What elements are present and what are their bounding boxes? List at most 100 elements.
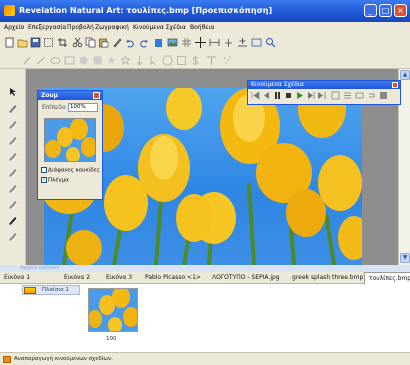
pointer-icon[interactable] xyxy=(8,87,18,97)
rotate-icon[interactable] xyxy=(223,37,234,48)
menu-paint[interactable]: Ζωγραφική xyxy=(95,24,129,31)
undo-icon[interactable] xyxy=(125,37,136,48)
scroll-down-icon[interactable]: ▼ xyxy=(400,253,410,263)
menu-edit[interactable]: Επεξεργασία xyxy=(28,24,66,31)
marker-icon[interactable] xyxy=(8,215,18,225)
stop-icon[interactable] xyxy=(284,91,293,100)
option-transparent-dots[interactable]: Διάφανες κουκίδες xyxy=(41,167,100,174)
save-icon[interactable] xyxy=(30,37,41,48)
tab-picasso[interactable]: Pablo Picasso <1> xyxy=(145,274,201,281)
tools-sidebar xyxy=(0,69,26,265)
eraser-icon[interactable] xyxy=(8,167,18,177)
tab-logo-sepia[interactable]: ΛΟΓΟΤΥΠΟ - SEPIA.jpg xyxy=(212,274,280,281)
tab-image-1[interactable]: Εικόνα 1 xyxy=(4,274,30,281)
animation-settings-icon[interactable] xyxy=(379,91,388,100)
spray-icon[interactable] xyxy=(222,55,233,66)
scroll-up-icon[interactable]: ▲ xyxy=(400,70,410,80)
zoom-panel-header[interactable]: Ζουμ xyxy=(38,91,102,100)
dollar-icon[interactable] xyxy=(190,55,201,66)
maximize-button[interactable]: □ xyxy=(379,4,392,17)
first-frame-icon[interactable] xyxy=(251,91,260,100)
brush-icon[interactable] xyxy=(8,119,18,129)
shape-toolbar xyxy=(0,52,410,69)
title-bar: Revelation Natural Art: τουλίπες.bmp [Πρ… xyxy=(0,0,410,22)
line-icon[interactable] xyxy=(209,37,220,48)
checkbox-transparent-dots[interactable] xyxy=(41,167,47,173)
frame-thumbnail[interactable] xyxy=(88,288,138,332)
pencil-icon[interactable] xyxy=(8,103,18,113)
zoom-panel: Ζουμ Επίπεδο 100% Διάφανες κουκίδες ✓ Πλέ… xyxy=(37,90,103,200)
animation-panel-header[interactable]: Κινούμενα Σχέδια xyxy=(248,81,400,89)
line-tool-icon[interactable] xyxy=(36,55,47,66)
document-bar-title: Αρχεία εικόνων xyxy=(0,265,410,272)
airbrush-icon[interactable] xyxy=(8,135,18,145)
text-icon[interactable] xyxy=(206,55,217,66)
circle-icon[interactable] xyxy=(78,55,89,66)
arrow-icon[interactable] xyxy=(134,55,145,66)
last-frame-icon[interactable] xyxy=(317,91,326,100)
frame-props-icon[interactable] xyxy=(355,91,364,100)
star-outline-icon[interactable] xyxy=(120,55,131,66)
add-frame-icon[interactable] xyxy=(331,91,340,100)
frames-panel: Πλαίσιο 1 100 xyxy=(0,284,410,352)
zoom-in-icon[interactable] xyxy=(237,37,248,48)
crosshair-icon[interactable] xyxy=(195,37,206,48)
fill-icon[interactable] xyxy=(8,151,18,161)
menu-view[interactable]: Προβολή xyxy=(67,24,94,31)
rectangle-icon[interactable] xyxy=(64,55,75,66)
animation-panel-title: Κινούμενα Σχέδια xyxy=(251,81,304,88)
zoom-level-select[interactable]: 100% xyxy=(68,103,98,112)
close-button[interactable]: × xyxy=(394,4,407,17)
menu-animation[interactable]: Κινούμενα Σχέδια xyxy=(133,24,186,31)
prev-frame-icon[interactable] xyxy=(262,91,271,100)
tab-image-3[interactable]: Εικόνα 3 xyxy=(106,274,132,281)
crop-icon[interactable] xyxy=(57,37,68,48)
menu-help[interactable]: Βοήθεια xyxy=(190,24,215,31)
picture-icon[interactable] xyxy=(167,37,178,48)
tab-tulips[interactable]: τουλίπες.bmp xyxy=(364,272,410,284)
paste-icon[interactable] xyxy=(98,37,109,48)
copy-icon[interactable] xyxy=(85,37,96,48)
blur-icon[interactable] xyxy=(8,231,18,241)
option-grid[interactable]: ✓ Πλέγμα xyxy=(41,177,69,184)
window-title: Revelation Natural Art: τουλίπες.bmp [Πρ… xyxy=(19,6,273,15)
menu-file[interactable]: Αρχείο xyxy=(4,24,24,31)
menu-bar: Αρχείο Επεξεργασία Προβολή Ζωγραφική Κιν… xyxy=(0,22,410,34)
play-icon[interactable] xyxy=(295,91,304,100)
frame-caption: 100 xyxy=(106,336,117,342)
checkbox-grid[interactable]: ✓ xyxy=(41,177,47,183)
minimize-button[interactable]: _ xyxy=(364,4,377,17)
grid-icon[interactable] xyxy=(181,37,192,48)
zoom-panel-close-icon[interactable] xyxy=(93,92,100,99)
tab-greek-splash[interactable]: greek splash three.bmp xyxy=(292,274,363,281)
brush-icon[interactable] xyxy=(22,55,33,66)
square-icon[interactable] xyxy=(92,55,103,66)
select-icon[interactable] xyxy=(43,37,54,48)
open-icon[interactable] xyxy=(17,37,28,48)
fill-icon[interactable] xyxy=(153,37,164,48)
zoom-out-icon[interactable] xyxy=(251,37,262,48)
hexagon-icon[interactable] xyxy=(162,55,173,66)
ellipse-icon[interactable] xyxy=(50,55,61,66)
cut-icon[interactable] xyxy=(72,37,83,48)
pen-icon[interactable] xyxy=(112,37,123,48)
redo-icon[interactable] xyxy=(138,37,149,48)
cursor-icon[interactable] xyxy=(148,55,159,66)
delete-frame-icon[interactable] xyxy=(343,91,352,100)
pause-icon[interactable] xyxy=(273,91,282,100)
status-text: Αναπαραγωγή κινούμενων σχεδίων. xyxy=(14,356,113,362)
shape-icon[interactable] xyxy=(176,55,187,66)
zoom-preview[interactable] xyxy=(44,118,96,162)
smudge-icon[interactable] xyxy=(8,183,18,193)
tab-image-2[interactable]: Εικόνα 2 xyxy=(64,274,90,281)
pen-tool-icon[interactable] xyxy=(8,199,18,209)
loop-icon[interactable] xyxy=(367,91,376,100)
next-frame-icon[interactable] xyxy=(306,91,315,100)
frame-icon xyxy=(24,287,36,294)
new-icon[interactable] xyxy=(4,37,15,48)
star-icon[interactable] xyxy=(106,55,117,66)
animation-panel-close-icon[interactable] xyxy=(392,82,398,88)
zoom-panel-title: Ζουμ xyxy=(41,92,58,99)
magnifier-icon[interactable] xyxy=(265,37,276,48)
animation-panel: Κινούμενα Σχέδια xyxy=(247,80,401,105)
